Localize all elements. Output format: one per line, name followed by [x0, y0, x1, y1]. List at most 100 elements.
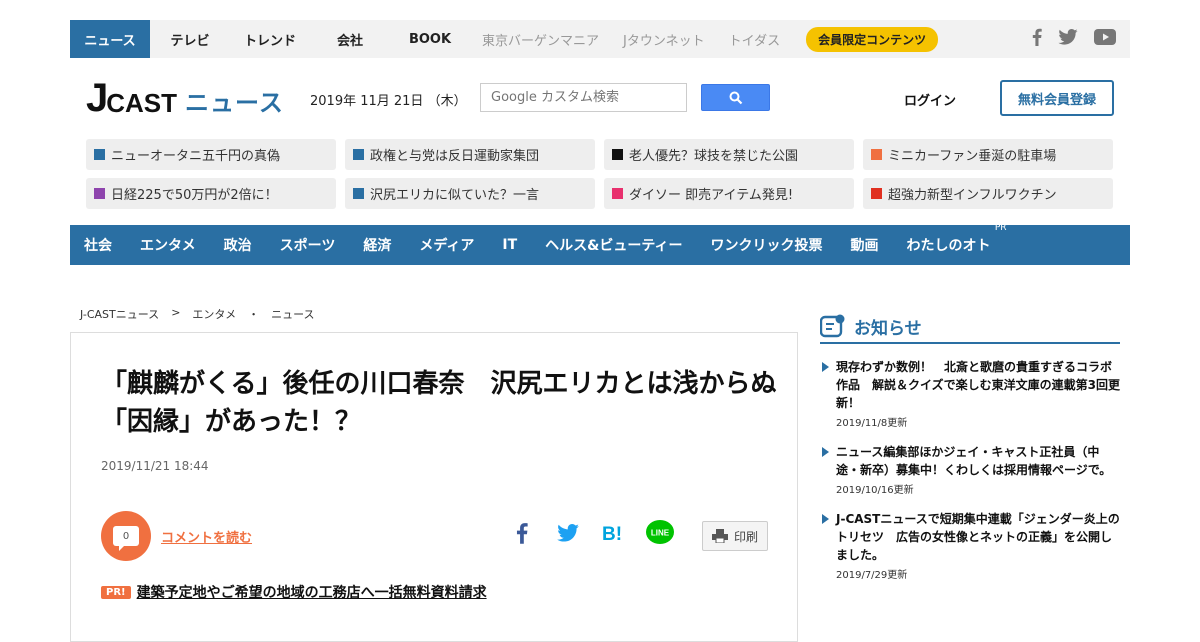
trending-chips: ニューオータニ五千円の真偽 政権と与党は反日運動家集団 老人優先？球技を禁じた公…: [86, 139, 1114, 209]
notices-heading: お知らせ: [820, 310, 1120, 344]
breadcrumb-news[interactable]: ニュース: [271, 306, 314, 322]
article-date: 2019/11/21 18:44: [101, 459, 209, 473]
read-comments-link[interactable]: コメントを読む: [161, 527, 252, 546]
notice-text: 現存わずか数例！ 北斎と歌麿の貴重すぎるコラボ作品 解説＆クイズで楽しむ東洋文庫…: [836, 360, 1120, 410]
breadcrumb-entertainment[interactable]: エンタメ: [192, 306, 236, 322]
login-link[interactable]: ログイン: [904, 90, 956, 109]
triangle-bullet-icon: [822, 514, 829, 524]
trending-chip[interactable]: 超強力新型インフルワクチン: [863, 178, 1113, 209]
article-title: 「麒麟がくる」後任の川口春奈 沢尻エリカとは浅からぬ「因縁」があった！？: [101, 369, 777, 437]
nav-video[interactable]: 動画: [851, 235, 879, 255]
youtube-icon[interactable]: [1094, 28, 1116, 50]
nav-politics[interactable]: 政治: [224, 235, 252, 255]
triangle-bullet-icon: [822, 447, 829, 457]
jcast-news-logo[interactable]: J CAST ニュース: [86, 76, 284, 120]
notice-item[interactable]: 現存わずか数例！ 北斎と歌麿の貴重すぎるコラボ作品 解説＆クイズで楽しむ東洋文庫…: [820, 358, 1120, 429]
facebook-icon[interactable]: [1032, 28, 1042, 51]
topnav-bargain-mania[interactable]: 東京バーゲンマニア: [470, 20, 611, 58]
notice-date: 2019/7/29更新: [836, 570, 908, 581]
svg-text:B!: B!: [602, 524, 622, 543]
svg-text:LINE: LINE: [651, 529, 670, 538]
triangle-bullet-icon: [822, 362, 829, 372]
nav-society[interactable]: 社会: [84, 235, 112, 255]
chip-marker: [353, 149, 364, 160]
topnav-j-town-net[interactable]: Jタウンネット: [611, 20, 717, 58]
topnav-news[interactable]: ニュース: [70, 20, 150, 58]
member-content-button[interactable]: 会員限定コンテンツ: [806, 26, 939, 52]
breadcrumb-separator: ・: [248, 308, 260, 321]
logo-j: J: [86, 76, 109, 120]
notice-item[interactable]: J-CASTニュースで短期集中連載「ジェンダー炎上のトリセツ 広告の女性像とネッ…: [820, 510, 1120, 581]
twitter-share-icon[interactable]: [545, 524, 591, 542]
topnav-book[interactable]: BOOK: [390, 20, 470, 58]
chip-label: 沢尻エリカに似ていた？一言: [370, 188, 540, 203]
trending-chip[interactable]: ダイソー 即売アイテム発見!: [604, 178, 854, 209]
notice-item[interactable]: ニュース編集部ほかジェイ・キャスト正社員（中途・新卒）募集中！くわしくは採用情報…: [820, 443, 1120, 496]
chip-marker: [871, 188, 882, 199]
chip-label: 老人優先？球技を禁じた公園: [629, 149, 799, 164]
nav-sports[interactable]: スポーツ: [280, 235, 336, 255]
breadcrumb-separator: >: [171, 306, 181, 319]
comment-bubble-icon: 0: [113, 526, 139, 551]
pr-ad: PR! 建築予定地やご希望の地域の工務店へ一括無料資料請求: [101, 582, 487, 602]
register-button[interactable]: 無料会員登録: [1000, 80, 1114, 116]
trending-chip[interactable]: 老人優先？球技を禁じた公園: [604, 139, 854, 170]
nav-health-beauty[interactable]: ヘルス&ビューティー: [545, 235, 682, 255]
topnav-trend[interactable]: トレンド: [230, 20, 310, 58]
topnav-tv[interactable]: テレビ: [150, 20, 230, 58]
notice-text: ニュース編集部ほかジェイ・キャスト正社員（中途・新卒）募集中！くわしくは採用情報…: [836, 445, 1112, 477]
main-nav: 社会 エンタメ 政治 スポーツ 経済 メディア IT ヘルス&ビューティー ワン…: [70, 223, 1130, 265]
notice-list: 現存わずか数例！ 北斎と歌麿の貴重すぎるコラボ作品 解説＆クイズで楽しむ東洋文庫…: [820, 358, 1120, 595]
chip-marker: [871, 149, 882, 160]
share-buttons: B! LINE: [499, 519, 683, 547]
search-icon: [729, 91, 742, 104]
trending-chip[interactable]: 政権と与党は反日運動家集団: [345, 139, 595, 170]
chip-label: ダイソー 即売アイテム発見!: [629, 188, 794, 203]
notice-text: J-CASTニュースで短期集中連載「ジェンダー炎上のトリセツ 広告の女性像とネッ…: [836, 512, 1120, 562]
nav-economy[interactable]: 経済: [363, 235, 391, 255]
trending-chip[interactable]: 沢尻エリカに似ていた？一言: [345, 178, 595, 209]
chip-marker: [94, 188, 105, 199]
trending-chip[interactable]: 日経225で50万円が2倍に！: [86, 178, 336, 209]
chip-label: ミニカーファン垂涎の駐車場: [888, 149, 1057, 164]
search-input[interactable]: [480, 83, 687, 112]
print-label: 印刷: [733, 529, 758, 544]
comment-count-button[interactable]: 0: [101, 511, 151, 561]
article-card: 「麒麟がくる」後任の川口春奈 沢尻エリカとは浅からぬ「因縁」があった！？ 201…: [70, 332, 798, 642]
top-bar: ニュース テレビ トレンド 会社 BOOK 東京バーゲンマニア Jタウンネット …: [70, 20, 1130, 58]
top-nav: ニュース テレビ トレンド 会社 BOOK 東京バーゲンマニア Jタウンネット …: [70, 20, 939, 58]
breadcrumb-home[interactable]: J-CASTニュース: [80, 306, 159, 322]
chip-marker: [612, 149, 623, 160]
search-button[interactable]: [701, 84, 770, 111]
chip-label: ニューオータニ五千円の真偽: [111, 149, 281, 164]
nav-entertainment[interactable]: エンタメ: [140, 235, 196, 255]
twitter-icon[interactable]: [1058, 28, 1078, 50]
nav-it[interactable]: IT: [502, 237, 517, 253]
topnav-company[interactable]: 会社: [310, 20, 390, 58]
print-button[interactable]: 印刷: [702, 521, 768, 551]
comment-count: 0: [122, 530, 130, 542]
current-date: 2019年 11月 21日 （木）: [310, 94, 467, 109]
facebook-share-icon[interactable]: [499, 522, 545, 544]
social-links: [1032, 20, 1116, 58]
notice-date: 2019/11/8更新: [836, 418, 908, 429]
breadcrumb: J-CASTニュース > エンタメ ・ ニュース: [80, 306, 315, 322]
nav-watashi-no-oto[interactable]: わたしのオト PR: [906, 223, 1007, 255]
trending-chip[interactable]: ニューオータニ五千円の真偽: [86, 139, 336, 170]
nav-watashi-no-oto-label: わたしのオト: [906, 238, 991, 254]
pr-ad-link[interactable]: 建築予定地やご希望の地域の工務店へ一括無料資料請求: [137, 582, 487, 602]
printer-icon: [711, 529, 728, 543]
notice-icon: [820, 314, 845, 338]
pr-badge: PR!: [101, 585, 131, 599]
nav-one-click-poll[interactable]: ワンクリック投票: [711, 235, 823, 255]
chip-marker: [612, 188, 623, 199]
chip-marker: [94, 149, 105, 160]
logo-news: ニュース: [185, 89, 284, 117]
hatena-bookmark-icon[interactable]: B!: [591, 523, 637, 543]
nav-media[interactable]: メディア: [419, 235, 474, 255]
line-share-icon[interactable]: LINE: [637, 519, 683, 547]
pr-tag: PR: [994, 223, 1007, 233]
trending-chip[interactable]: ミニカーファン垂涎の駐車場: [863, 139, 1113, 170]
notice-date: 2019/10/16更新: [836, 485, 914, 496]
topnav-toidasu[interactable]: トイダス: [717, 20, 792, 58]
